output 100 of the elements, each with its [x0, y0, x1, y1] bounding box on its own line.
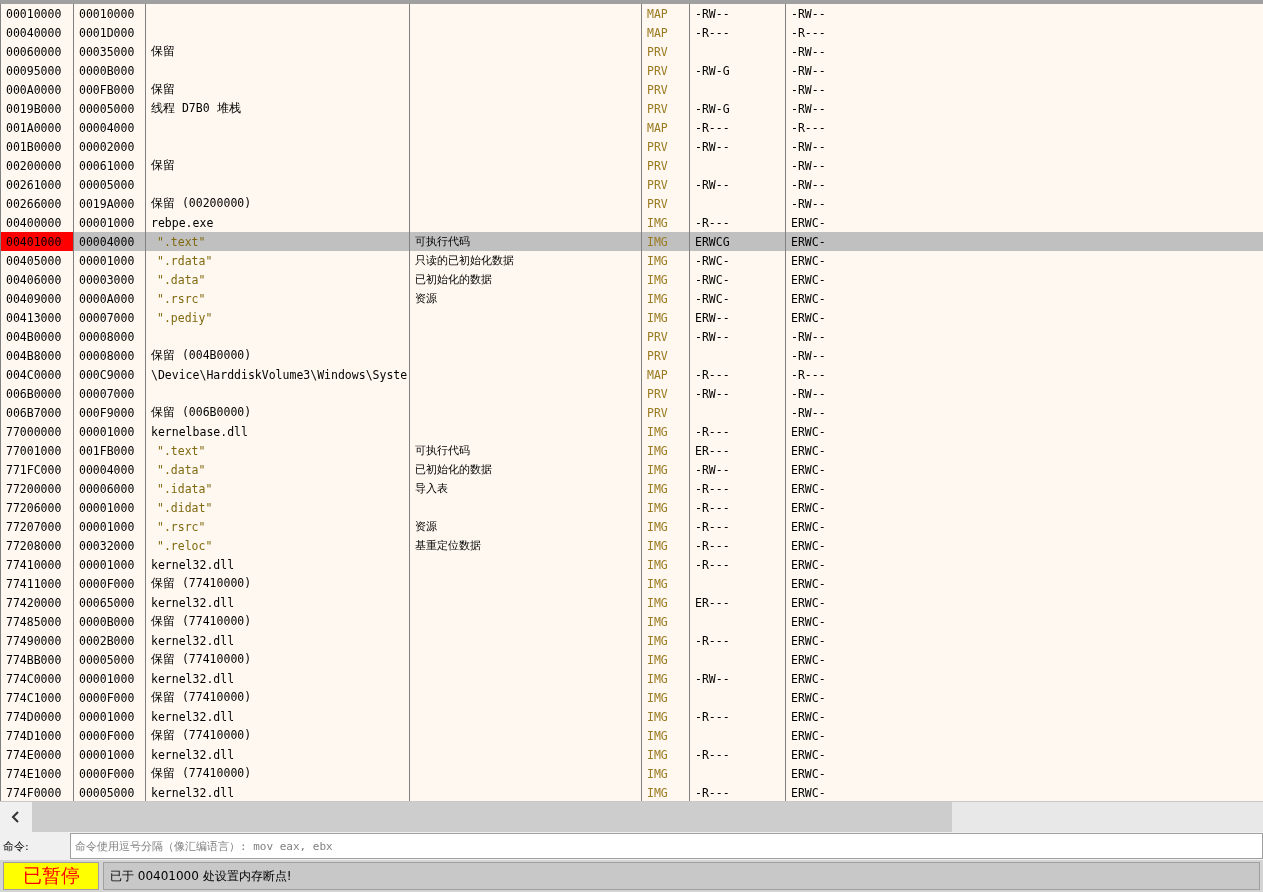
table-cell: kernelbase.dll — [151, 424, 248, 439]
table-cell: 006B7000 — [6, 405, 62, 420]
table-cell: 001A0000 — [6, 120, 62, 135]
table-cell: IMG — [647, 234, 668, 249]
table-cell: MAP — [647, 367, 668, 382]
table-cell: IMG — [647, 538, 668, 553]
table-cell: -RW-- — [791, 177, 826, 192]
table-cell: 保留 (004B0000) — [151, 348, 252, 363]
table-cell: -RW-- — [791, 348, 826, 363]
scroll-left-button[interactable] — [0, 802, 32, 833]
table-cell: 保留 (77410000) — [151, 766, 252, 781]
command-label: 命令: — [2, 838, 30, 854]
table-cell: ERWC- — [791, 538, 826, 553]
table-cell: IMG — [647, 614, 668, 629]
horizontal-scrollbar[interactable] — [0, 801, 1263, 833]
table-cell: IMG — [647, 728, 668, 743]
table-cell: 77200000 — [6, 481, 62, 496]
table-cell: ERWCG — [695, 234, 730, 249]
table-cell: -RW-G — [695, 101, 730, 116]
table-cell: -R--- — [695, 747, 730, 762]
table-cell: ERWC- — [791, 443, 826, 458]
table-cell: -RW-- — [695, 671, 730, 686]
table-cell: 保留 (77410000) — [151, 728, 252, 743]
table-cell: 004C0000 — [6, 367, 62, 382]
table-cell: 0019A000 — [79, 196, 135, 211]
table-cell: 可执行代码 — [415, 443, 470, 458]
table-cell: 77001000 — [6, 443, 62, 458]
table-cell: 00200000 — [6, 158, 62, 173]
table-cell: -R--- — [695, 215, 730, 230]
table-cell: -RW-- — [695, 177, 730, 192]
table-cell: ERWC- — [791, 747, 826, 762]
table-cell: ER--- — [695, 595, 730, 610]
debugger-state-badge: 已暂停 — [3, 862, 99, 891]
table-cell: kernel32.dll — [151, 785, 235, 800]
table-cell: 77207000 — [6, 519, 62, 534]
table-cell: 00261000 — [6, 177, 62, 192]
table-cell: -RW-- — [791, 196, 826, 211]
table-cell: 001FB000 — [79, 443, 135, 458]
table-cell: ER--- — [695, 443, 730, 458]
table-cell: IMG — [647, 424, 668, 439]
table-cell: 保留 — [151, 158, 175, 173]
table-cell: 00035000 — [79, 44, 135, 59]
scrollbar-thumb[interactable] — [32, 802, 952, 833]
table-cell: 00095000 — [6, 63, 62, 78]
table-cell: 001B0000 — [6, 139, 62, 154]
table-cell: 000F9000 — [79, 405, 135, 420]
table-cell: -R--- — [791, 25, 826, 40]
table-cell: -R--- — [695, 557, 730, 572]
table-cell: -R--- — [791, 120, 826, 135]
table-cell: ERW-- — [695, 310, 730, 325]
table-cell: -RW-- — [791, 405, 826, 420]
chevron-left-icon — [11, 811, 21, 824]
table-cell: 00001000 — [79, 500, 135, 515]
table-cell: 77420000 — [6, 595, 62, 610]
table-cell: -RW-- — [695, 6, 730, 21]
table-cell: 0000B000 — [79, 614, 135, 629]
table-cell: -RW-- — [791, 6, 826, 21]
table-cell: -RWC- — [695, 291, 730, 306]
table-cell: 774D0000 — [6, 709, 62, 724]
table-cell: 00406000 — [6, 272, 62, 287]
table-cell: PRV — [647, 329, 668, 344]
table-cell: 00004000 — [79, 462, 135, 477]
table-cell: 0000F000 — [79, 728, 135, 743]
table-cell: IMG — [647, 785, 668, 800]
table-cell: ERWC- — [791, 272, 826, 287]
table-cell: ERWC- — [791, 481, 826, 496]
table-cell: 77206000 — [6, 500, 62, 515]
table-cell: 000C9000 — [79, 367, 135, 382]
table-cell: -R--- — [695, 538, 730, 553]
table-cell: 006B0000 — [6, 386, 62, 401]
table-cell: -RW-- — [791, 158, 826, 173]
table-cell: PRV — [647, 196, 668, 211]
table-cell: 0000F000 — [79, 766, 135, 781]
table-cell: 0000F000 — [79, 690, 135, 705]
table-cell: PRV — [647, 82, 668, 97]
table-cell: 00040000 — [6, 25, 62, 40]
table-cell: PRV — [647, 386, 668, 401]
command-input[interactable]: 命令使用逗号分隔（像汇编语言）: mov eax, ebx — [70, 833, 1263, 860]
table-cell: ".rsrc" — [157, 519, 206, 534]
table-row[interactable]: 00401000 00004000 ".text" 可执行代码 IMG ERWCG ERWC- — [1, 232, 1263, 251]
table-cell: 00008000 — [79, 348, 135, 363]
table-cell: 0002B000 — [79, 633, 135, 648]
table-cell: PRV — [647, 177, 668, 192]
table-cell: 保留 (77410000) — [151, 576, 252, 591]
table-cell: ".idata" — [157, 481, 213, 496]
table-cell: 保留 (77410000) — [151, 614, 252, 629]
table-cell: 00005000 — [79, 785, 135, 800]
table-cell: ERWC- — [791, 633, 826, 648]
table-cell: 00010000 — [6, 6, 62, 21]
status-message: 已于 00401000 处设置内存断点! — [103, 862, 1260, 891]
table-cell: -RW-- — [791, 329, 826, 344]
table-cell: 00409000 — [6, 291, 62, 306]
table-cell: ERWC- — [791, 291, 826, 306]
table-cell: 00032000 — [79, 538, 135, 553]
table-cell: 可执行代码 — [415, 234, 470, 249]
table-cell: 00065000 — [79, 595, 135, 610]
table-cell: PRV — [647, 101, 668, 116]
table-cell: ERWC- — [791, 652, 826, 667]
table-cell: 00003000 — [79, 272, 135, 287]
table-cell: 774E1000 — [6, 766, 62, 781]
